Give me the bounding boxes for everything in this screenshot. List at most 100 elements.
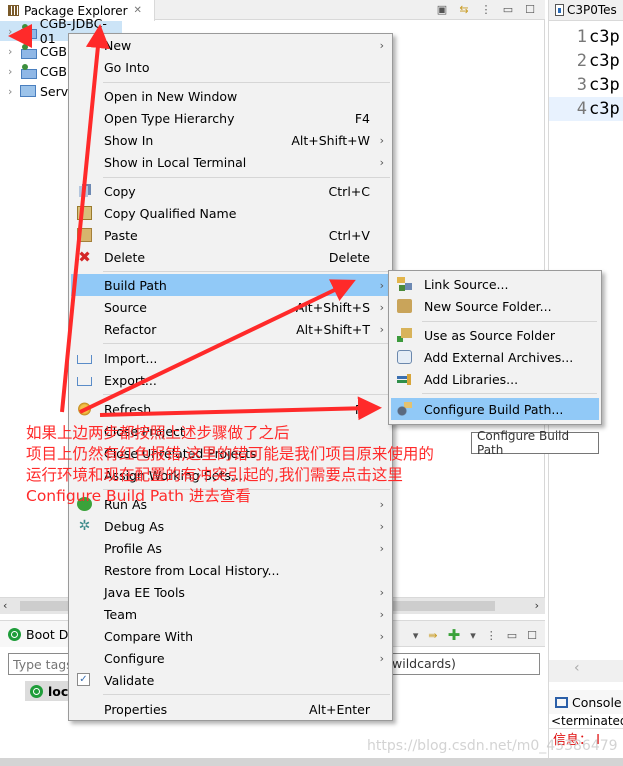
expand-chevron-icon[interactable]: › bbox=[8, 25, 20, 38]
menu-item-profile-as[interactable]: Profile As › bbox=[71, 537, 390, 559]
code-line[interactable]: 1 c3p bbox=[549, 25, 623, 49]
menu-item-add-external-archives[interactable]: Add External Archives... bbox=[391, 346, 599, 368]
menu-label: Export... bbox=[104, 372, 157, 388]
menu-item-source[interactable]: Source Alt+Shift+S › bbox=[71, 296, 390, 318]
tab-console[interactable]: Console bbox=[549, 690, 623, 714]
menu-item-use-as-source-folder[interactable]: Use as Source Folder bbox=[391, 324, 599, 346]
view-menu-icon[interactable]: ⋮ bbox=[486, 629, 497, 642]
scroll-left-icon[interactable]: ‹ bbox=[3, 599, 7, 612]
menu-item-delete[interactable]: ✖ Delete Delete bbox=[71, 246, 390, 268]
dropdown-icon[interactable]: ▾ bbox=[413, 629, 419, 642]
menu-item-open-type-hierarchy[interactable]: Open Type Hierarchy F4 bbox=[71, 107, 390, 129]
expand-chevron-icon[interactable]: › bbox=[8, 65, 20, 78]
menu-label: Configure bbox=[104, 650, 165, 666]
menu-label: Import... bbox=[104, 350, 158, 366]
menu-separator bbox=[103, 271, 390, 272]
menu-label: Copy bbox=[104, 183, 136, 199]
export-icon bbox=[77, 377, 92, 386]
jar-archive-icon bbox=[397, 350, 412, 364]
menu-shortcut: F4 bbox=[354, 110, 370, 126]
menu-label: Use as Source Folder bbox=[424, 327, 556, 343]
menu-separator bbox=[103, 694, 390, 695]
checkbox-checked-icon[interactable]: ✓ bbox=[77, 673, 90, 686]
menu-item-build-path[interactable]: Build Path › bbox=[71, 274, 390, 296]
tab-title: C3P0Tes bbox=[567, 3, 617, 17]
menu-item-link-source[interactable]: Link Source... bbox=[391, 273, 599, 295]
menu-item-properties[interactable]: Properties Alt+Enter bbox=[71, 698, 390, 720]
menu-item-add-libraries[interactable]: Add Libraries... bbox=[391, 368, 599, 390]
expand-chevron-icon[interactable]: › bbox=[8, 85, 20, 98]
menu-separator bbox=[422, 393, 597, 394]
menu-item-paste[interactable]: Paste Ctrl+V bbox=[71, 224, 390, 246]
menu-label: Show In bbox=[104, 132, 154, 148]
menu-item-show-in[interactable]: Show In Alt+Shift+W › bbox=[71, 129, 390, 151]
menu-label: Open Type Hierarchy bbox=[104, 110, 235, 126]
new-source-folder-icon bbox=[397, 299, 412, 313]
menu-item-refactor[interactable]: Refactor Alt+Shift+T › bbox=[71, 318, 390, 340]
link-with-editor-icon[interactable]: ⇆ bbox=[457, 2, 471, 16]
menu-label: Debug As bbox=[104, 518, 165, 534]
build-path-submenu: Link Source... New Source Folder... Use … bbox=[388, 270, 602, 425]
scroll-right-icon[interactable]: › bbox=[535, 599, 539, 612]
menu-item-go-into[interactable]: Go Into bbox=[71, 56, 390, 78]
menu-item-new[interactable]: New › bbox=[71, 34, 390, 56]
bottom-scrollbar[interactable] bbox=[0, 758, 623, 766]
menu-item-show-in-local-terminal[interactable]: Show in Local Terminal › bbox=[71, 151, 390, 173]
view-menu-icon[interactable]: ⋮ bbox=[479, 2, 493, 16]
code-line-current[interactable]: 4 c3p bbox=[549, 97, 623, 121]
menu-item-copy[interactable]: Copy Ctrl+C bbox=[71, 180, 390, 202]
menu-item-open-in-new-window[interactable]: Open in New Window bbox=[71, 85, 390, 107]
menu-label: Open in New Window bbox=[104, 88, 238, 104]
menu-label: Validate bbox=[104, 672, 155, 688]
menu-label: Refactor bbox=[104, 321, 157, 337]
menu-item-import[interactable]: Import... bbox=[71, 347, 390, 369]
menu-item-new-source-folder[interactable]: New Source Folder... bbox=[391, 295, 599, 317]
menu-item-restore-from-local-history[interactable]: Restore from Local History... bbox=[71, 559, 390, 581]
menu-item-compare-with[interactable]: Compare With › bbox=[71, 625, 390, 647]
menu-item-export[interactable]: Export... bbox=[71, 369, 390, 391]
package-explorer-icon bbox=[8, 5, 19, 16]
maximize-icon[interactable]: ☐ bbox=[523, 2, 537, 16]
menu-item-configure-build-path[interactable]: Configure Build Path... bbox=[391, 398, 599, 420]
add-icon[interactable]: ✚ bbox=[448, 626, 461, 644]
menu-item-debug-as[interactable]: ✲ Debug As › bbox=[71, 515, 390, 537]
delete-icon: ✖ bbox=[78, 248, 91, 266]
menu-label: Properties bbox=[104, 701, 168, 717]
tree-item-label: Serv bbox=[40, 83, 69, 99]
collapse-all-icon[interactable]: ▣ bbox=[435, 2, 449, 16]
close-icon[interactable]: ✕ bbox=[134, 5, 142, 16]
menu-label: New bbox=[104, 37, 132, 53]
tree-item-label: CGB bbox=[40, 43, 67, 59]
editor-horizontal-scrollbar[interactable]: ‹ bbox=[549, 660, 623, 682]
menu-label: Build Path bbox=[104, 277, 167, 293]
menu-shortcut: Alt+Shift+W bbox=[291, 132, 370, 148]
minimize-icon[interactable]: ▭ bbox=[507, 629, 517, 642]
minimize-icon[interactable]: ▭ bbox=[501, 2, 515, 16]
link-source-icon bbox=[397, 277, 412, 291]
console-panel: Console <terminated 信息： I bbox=[548, 690, 623, 766]
line-number: 1 bbox=[576, 27, 587, 47]
tab-editor-file[interactable]: C3P0Tes bbox=[549, 0, 623, 21]
menu-separator bbox=[103, 177, 390, 178]
menu-item-java-ee-tools[interactable]: Java EE Tools › bbox=[71, 581, 390, 603]
dropdown-icon[interactable]: ▾ bbox=[470, 629, 476, 642]
menu-item-team[interactable]: Team › bbox=[71, 603, 390, 625]
menu-shortcut: Alt+Enter bbox=[309, 701, 370, 717]
submenu-arrow-icon: › bbox=[379, 651, 384, 665]
menu-item-refresh[interactable]: Refresh F5 bbox=[71, 398, 390, 420]
code-line[interactable]: 3 c3p bbox=[549, 73, 623, 97]
maximize-icon[interactable]: ☐ bbox=[527, 629, 537, 642]
code-text: c3p bbox=[589, 27, 620, 47]
folder-icon bbox=[20, 85, 36, 97]
code-line[interactable]: 2 c3p bbox=[549, 49, 623, 73]
submenu-arrow-icon: › bbox=[379, 585, 384, 599]
menu-shortcut: Ctrl+V bbox=[328, 227, 370, 243]
menu-item-configure[interactable]: Configure › bbox=[71, 647, 390, 669]
open-icon[interactable]: ⇛ bbox=[428, 629, 437, 642]
menu-item-validate[interactable]: ✓ Validate bbox=[71, 669, 390, 691]
menu-item-copy-qualified-name[interactable]: Copy Qualified Name bbox=[71, 202, 390, 224]
menu-label: Java EE Tools bbox=[104, 584, 185, 600]
expand-chevron-icon[interactable]: › bbox=[8, 45, 20, 58]
menu-separator bbox=[103, 82, 390, 83]
menu-label: Configure Build Path... bbox=[424, 401, 564, 417]
